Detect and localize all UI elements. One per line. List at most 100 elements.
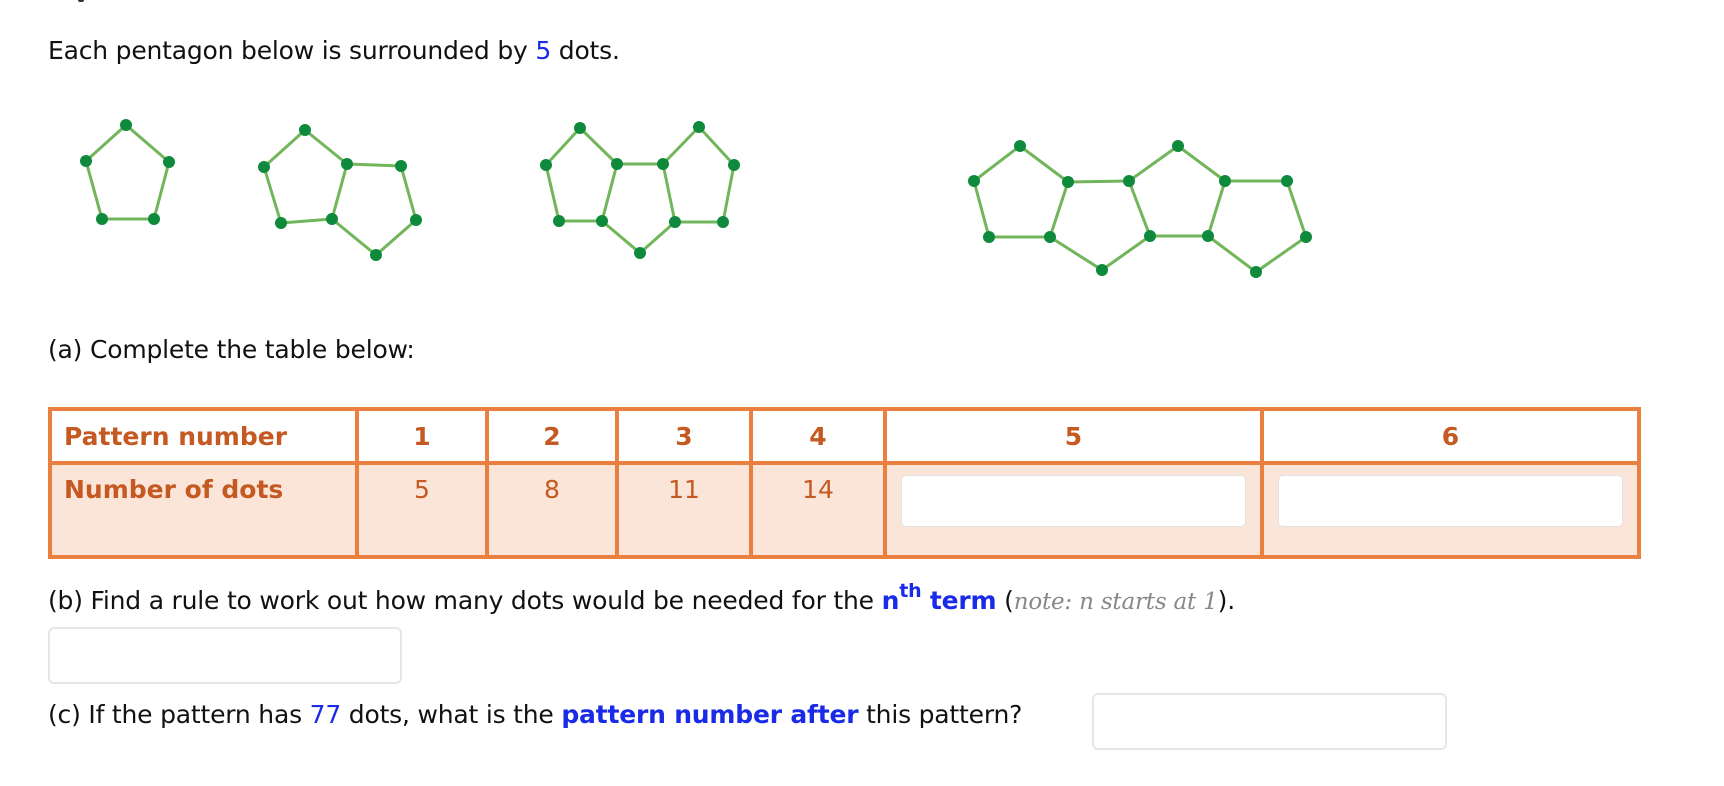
dot xyxy=(634,247,646,259)
pentagon-edge xyxy=(972,180,991,238)
pentagon-edge xyxy=(661,125,701,166)
pattern-number-cell: 2 xyxy=(485,407,619,465)
pattern-number-cell: 5 xyxy=(883,407,1264,465)
pentagon-edge xyxy=(639,220,676,255)
part-a-label: (a) Complete the table below: xyxy=(48,335,415,364)
dots-input-pattern-5[interactable] xyxy=(901,475,1246,527)
dot xyxy=(1096,264,1108,276)
pentagon-edge xyxy=(152,161,171,220)
dot xyxy=(1044,231,1056,243)
pentagon-edge xyxy=(1207,234,1257,274)
pentagon-edge xyxy=(1067,179,1130,184)
dot xyxy=(693,121,705,133)
pattern-number-answer-input[interactable] xyxy=(1092,693,1447,750)
dots-input-cell-6 xyxy=(1260,461,1641,559)
part-c-question: (c) If the pattern has 77 dots, what is … xyxy=(48,700,1022,729)
intro-text: Each pentagon below is surrounded by 5 d… xyxy=(48,36,620,65)
pattern-3 xyxy=(540,121,740,259)
pattern-number-cell: 4 xyxy=(749,407,887,465)
part-b-prefix: (b) Find a rule to work out how many dot… xyxy=(48,586,882,615)
pentagon-edge xyxy=(578,126,619,166)
row-header-pattern-number: Pattern number xyxy=(48,407,359,465)
dot xyxy=(574,122,586,134)
pentagon-edge xyxy=(661,163,677,223)
dot xyxy=(728,159,740,171)
dots-value-cell: 8 xyxy=(485,461,619,559)
dot xyxy=(370,249,382,261)
pattern-table: Pattern number 1 2 3 4 5 6 Number of dot… xyxy=(48,407,1641,559)
dots-value-cell: 11 xyxy=(615,461,753,559)
pentagon-edge xyxy=(601,219,641,255)
pentagon-edge xyxy=(697,125,736,167)
dot xyxy=(1062,176,1074,188)
pentagon-edge xyxy=(125,123,170,164)
dot xyxy=(80,155,92,167)
pentagon-edge xyxy=(1048,181,1070,238)
pentagon-edge xyxy=(399,165,418,221)
pattern-2 xyxy=(258,124,422,261)
dots-input-pattern-6[interactable] xyxy=(1278,475,1623,527)
nth-term-rule-input[interactable] xyxy=(48,627,402,684)
number-of-dots-row: Number of dots 5 8 11 14 xyxy=(48,461,1641,559)
intro-dot-count: 5 xyxy=(535,36,552,65)
pentagon-edge xyxy=(600,163,619,222)
dot xyxy=(275,217,287,229)
nth-n: n xyxy=(881,586,900,615)
pentagon-edge xyxy=(84,160,104,220)
pentagon-edge xyxy=(721,164,736,223)
dot xyxy=(540,159,552,171)
pattern-number-row: Pattern number 1 2 3 4 5 6 xyxy=(48,407,1641,465)
pattern-number-cell: 6 xyxy=(1260,407,1641,465)
dot xyxy=(717,216,729,228)
pentagon-edge xyxy=(1128,144,1179,183)
dot xyxy=(163,156,175,168)
part-c-suffix: this pattern? xyxy=(858,700,1023,729)
dot xyxy=(983,231,995,243)
intro-suffix: dots. xyxy=(551,36,620,65)
part-c-middle: dots, what is the xyxy=(341,700,562,729)
nth-term-label: nth term xyxy=(881,582,997,616)
dot xyxy=(1123,175,1135,187)
open-paren: ( xyxy=(996,586,1014,615)
note-text: note: n starts at 1 xyxy=(1013,589,1218,615)
dot xyxy=(410,214,422,226)
part-b-question: (b) Find a rule to work out how many dot… xyxy=(48,582,1235,616)
pentagon-edge xyxy=(973,144,1021,183)
dot xyxy=(1281,175,1293,187)
dot xyxy=(657,158,669,170)
pentagon-edge xyxy=(1177,144,1226,183)
pentagon-edge xyxy=(346,162,402,168)
pattern-number-after-highlight: pattern number after xyxy=(561,700,859,729)
dot xyxy=(1219,175,1231,187)
pattern-number-cell: 3 xyxy=(615,407,753,465)
pentagon-edge xyxy=(262,128,307,169)
pentagon-edge xyxy=(544,126,582,167)
dot xyxy=(611,158,623,170)
dot xyxy=(96,213,108,225)
dot xyxy=(1300,231,1312,243)
pentagon-edge xyxy=(280,217,333,225)
dot xyxy=(968,175,980,187)
dots-value-77: 77 xyxy=(309,700,342,729)
nth-superscript: th xyxy=(899,580,922,602)
dot xyxy=(258,161,270,173)
dot xyxy=(1144,230,1156,242)
dot xyxy=(596,215,608,227)
pattern-4 xyxy=(968,140,1312,278)
pentagon-patterns-diagram xyxy=(80,119,1312,278)
pentagon-edge xyxy=(544,164,561,222)
dots-value-cell: 14 xyxy=(749,461,887,559)
dot xyxy=(1202,230,1214,242)
pentagon-edge xyxy=(330,163,349,220)
pentagon-edge xyxy=(1127,180,1152,237)
cropped-glyph xyxy=(78,0,84,2)
dot xyxy=(148,213,160,225)
pentagon-edge xyxy=(1019,144,1069,184)
dot xyxy=(395,160,407,172)
pattern-1 xyxy=(80,119,175,225)
dot xyxy=(1172,140,1184,152)
dot xyxy=(299,124,311,136)
pentagon-edge xyxy=(262,166,283,224)
pentagon-edge xyxy=(375,218,417,257)
dot xyxy=(341,158,353,170)
